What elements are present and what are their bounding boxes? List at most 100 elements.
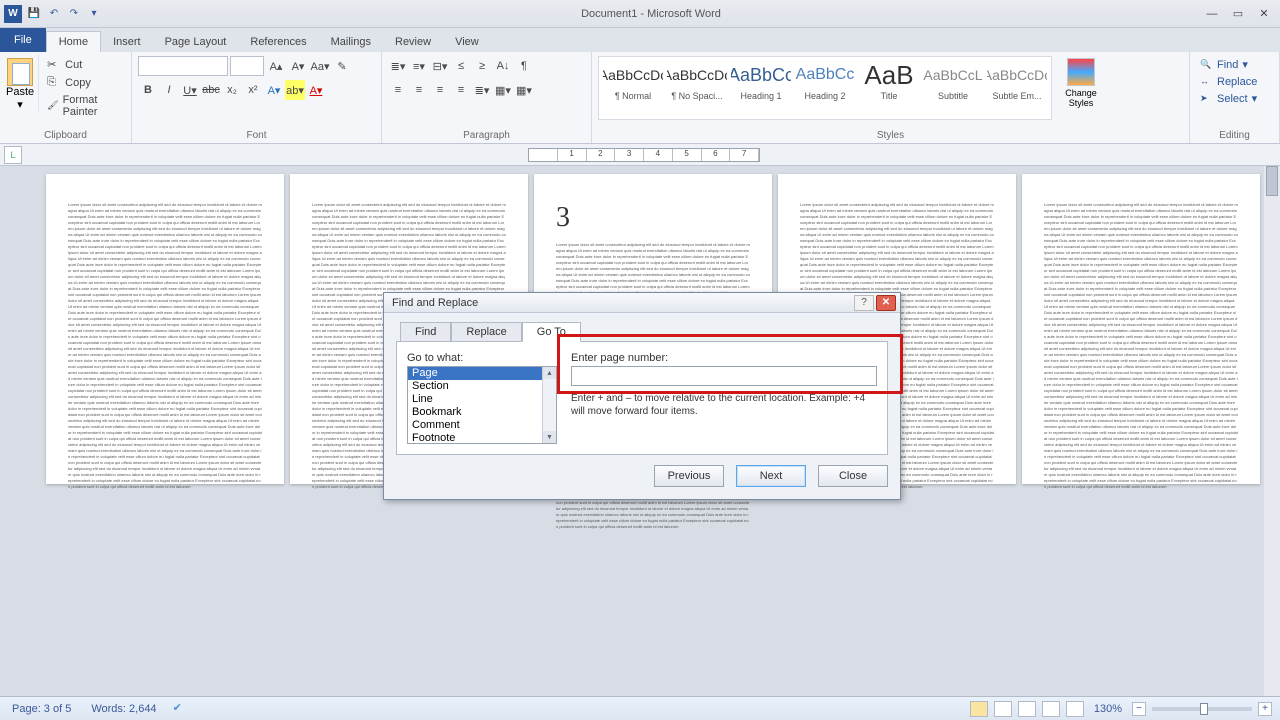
maximize-icon[interactable]: ▭ bbox=[1226, 6, 1250, 22]
underline-button[interactable]: U▾ bbox=[180, 80, 200, 100]
view-fullscreen-icon[interactable] bbox=[994, 701, 1012, 717]
list-item-footnote[interactable]: Footnote bbox=[408, 432, 556, 444]
page-1[interactable]: Lorem ipsum dolor sit amet consectetur a… bbox=[46, 174, 284, 484]
tab-references[interactable]: References bbox=[238, 32, 318, 52]
subscript-button[interactable]: x₂ bbox=[222, 80, 242, 100]
zoom-out-button[interactable]: − bbox=[1132, 702, 1146, 716]
listbox-scrollbar[interactable]: ▲▼ bbox=[542, 367, 556, 443]
minimize-icon[interactable]: — bbox=[1200, 6, 1224, 22]
save-icon[interactable]: 💾 bbox=[26, 6, 42, 22]
multilevel-icon[interactable]: ⊟▾ bbox=[430, 56, 450, 76]
bullets-icon[interactable]: ≣▾ bbox=[388, 56, 408, 76]
borders-icon[interactable]: ▦▾ bbox=[514, 80, 534, 100]
superscript-button[interactable]: x² bbox=[243, 80, 263, 100]
vertical-scrollbar[interactable] bbox=[1264, 166, 1280, 696]
format-painter-button[interactable]: Format Painter bbox=[43, 92, 125, 120]
increase-indent-icon[interactable]: ≥ bbox=[472, 56, 492, 76]
style-subtitle[interactable]: AaBbCcLSubtitle bbox=[921, 59, 985, 117]
list-item-page[interactable]: Page bbox=[408, 367, 556, 380]
status-zoom[interactable]: 130% bbox=[1090, 703, 1126, 715]
style-title[interactable]: AaBTitle bbox=[857, 59, 921, 117]
view-print-layout-icon[interactable] bbox=[970, 701, 988, 717]
sort-icon[interactable]: A↓ bbox=[493, 56, 513, 76]
shading-icon[interactable]: ▦▾ bbox=[493, 80, 513, 100]
find-button[interactable]: Find ▾ bbox=[1196, 56, 1261, 73]
select-button[interactable]: Select ▾ bbox=[1196, 90, 1261, 107]
tab-pagelayout[interactable]: Page Layout bbox=[153, 32, 239, 52]
replace-button[interactable]: Replace bbox=[1196, 73, 1261, 90]
paste-dropdown-icon[interactable]: ▾ bbox=[17, 98, 23, 111]
tab-goto-dialog[interactable]: Go To bbox=[522, 322, 581, 342]
status-words[interactable]: Words: 2,644 bbox=[87, 703, 160, 715]
zoom-thumb[interactable] bbox=[1200, 703, 1208, 715]
line-spacing-icon[interactable]: ≣▾ bbox=[472, 80, 492, 100]
page-number-input[interactable] bbox=[571, 366, 877, 386]
highlight-icon[interactable]: ab▾ bbox=[285, 80, 305, 100]
goto-what-listbox[interactable]: Page Section Line Bookmark Comment Footn… bbox=[407, 366, 557, 444]
list-item-comment[interactable]: Comment bbox=[408, 419, 556, 432]
tab-mailings[interactable]: Mailings bbox=[319, 32, 383, 52]
copy-button[interactable]: Copy bbox=[43, 74, 125, 92]
list-item-bookmark[interactable]: Bookmark bbox=[408, 406, 556, 419]
tab-insert[interactable]: Insert bbox=[101, 32, 153, 52]
horizontal-ruler[interactable]: 1 2 3 4 5 6 7 bbox=[528, 148, 760, 162]
view-web-icon[interactable] bbox=[1018, 701, 1036, 717]
show-marks-icon[interactable]: ¶ bbox=[514, 56, 534, 76]
dialog-help-icon[interactable]: ? bbox=[854, 295, 874, 311]
font-color-icon[interactable]: A▾ bbox=[306, 80, 326, 100]
strike-button[interactable]: abc bbox=[201, 80, 221, 100]
style-heading2[interactable]: AaBbCcHeading 2 bbox=[793, 59, 857, 117]
style-nospacing[interactable]: AaBbCcDc¶ No Spaci... bbox=[665, 59, 729, 117]
qat-dropdown-icon[interactable]: ▾ bbox=[86, 6, 102, 22]
view-draft-icon[interactable] bbox=[1066, 701, 1084, 717]
view-outline-icon[interactable] bbox=[1042, 701, 1060, 717]
spellcheck-icon[interactable]: ✔ bbox=[173, 701, 189, 717]
list-item-line[interactable]: Line bbox=[408, 393, 556, 406]
dialog-titlebar[interactable]: Find and Replace ? ✕ bbox=[384, 293, 900, 313]
status-page[interactable]: Page: 3 of 5 bbox=[8, 703, 75, 715]
shrink-font-icon[interactable]: A▾ bbox=[288, 56, 308, 76]
style-subtle-em[interactable]: AaBbCcDcSubtle Em... bbox=[985, 59, 1049, 117]
text-effects-icon[interactable]: A▾ bbox=[264, 80, 284, 100]
italic-button[interactable]: I bbox=[159, 80, 179, 100]
undo-icon[interactable]: ↶ bbox=[46, 6, 62, 22]
redo-icon[interactable]: ↷ bbox=[66, 6, 82, 22]
page-5[interactable]: Lorem ipsum dolor sit amet consectetur a… bbox=[1022, 174, 1260, 484]
paste-button[interactable]: Paste ▾ bbox=[6, 54, 39, 111]
close-button[interactable]: Close bbox=[818, 465, 888, 487]
cut-button[interactable]: Cut bbox=[43, 56, 125, 74]
list-item-section[interactable]: Section bbox=[408, 380, 556, 393]
numbering-icon[interactable]: ≡▾ bbox=[409, 56, 429, 76]
tab-find-dialog[interactable]: Find bbox=[400, 322, 451, 342]
style-normal[interactable]: AaBbCcDc¶ Normal bbox=[601, 59, 665, 117]
tab-file[interactable]: File bbox=[0, 28, 46, 52]
tab-view[interactable]: View bbox=[443, 32, 491, 52]
tab-replace-dialog[interactable]: Replace bbox=[451, 322, 521, 342]
clear-format-icon[interactable]: ✎ bbox=[332, 56, 352, 76]
close-window-icon[interactable]: ✕ bbox=[1252, 6, 1276, 22]
align-right-icon[interactable]: ≡ bbox=[430, 80, 450, 100]
previous-button[interactable]: Previous bbox=[654, 465, 724, 487]
tab-review[interactable]: Review bbox=[383, 32, 443, 52]
change-styles-button[interactable]: Change Styles bbox=[1056, 54, 1106, 108]
bold-button[interactable]: B bbox=[138, 80, 158, 100]
align-left-icon[interactable]: ≡ bbox=[388, 80, 408, 100]
scrollbar-thumb[interactable] bbox=[1266, 166, 1278, 196]
decrease-indent-icon[interactable]: ≤ bbox=[451, 56, 471, 76]
font-size-combo[interactable] bbox=[230, 56, 264, 76]
align-center-icon[interactable]: ≡ bbox=[409, 80, 429, 100]
dialog-close-icon[interactable]: ✕ bbox=[876, 295, 896, 311]
styles-gallery[interactable]: AaBbCcDc¶ Normal AaBbCcDc¶ No Spaci... A… bbox=[598, 56, 1052, 120]
zoom-slider[interactable] bbox=[1152, 707, 1252, 711]
style-heading1[interactable]: AaBbCcHeading 1 bbox=[729, 59, 793, 117]
justify-icon[interactable]: ≡ bbox=[451, 80, 471, 100]
find-icon bbox=[1200, 58, 1213, 71]
change-case-icon[interactable]: Aa▾ bbox=[310, 56, 330, 76]
next-button[interactable]: Next bbox=[736, 465, 806, 487]
tab-home[interactable]: Home bbox=[46, 31, 101, 52]
grow-font-icon[interactable]: A▴ bbox=[266, 56, 286, 76]
document-area[interactable]: Lorem ipsum dolor sit amet consectetur a… bbox=[0, 166, 1280, 696]
tab-selector[interactable]: L bbox=[4, 146, 22, 164]
zoom-in-button[interactable]: + bbox=[1258, 702, 1272, 716]
font-family-combo[interactable] bbox=[138, 56, 228, 76]
